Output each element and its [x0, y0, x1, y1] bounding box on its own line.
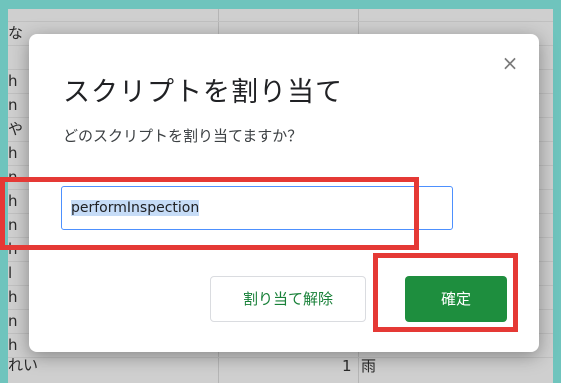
sheet-cell-text: n [8, 312, 18, 330]
sheet-cell-text: 雨 [361, 357, 377, 375]
sheet-cell-text: h [8, 240, 18, 258]
sheet-cell-text: n [8, 216, 18, 234]
sheet-cell-text: n [8, 168, 18, 186]
sheet-cell-text: な [8, 24, 24, 42]
script-name-value: performInspection [71, 200, 200, 216]
sheet-cell-text: れい [8, 356, 39, 374]
script-name-input[interactable]: performInspection [61, 186, 453, 230]
close-icon[interactable]: × [499, 52, 521, 74]
row-divider [8, 21, 553, 22]
screenshot-stage: な h n や h n h n h l h n h れい 1 雨 スクリプトを割… [0, 0, 561, 383]
sheet-cell-text: h [8, 336, 18, 354]
row-divider [8, 357, 553, 358]
sheet-cell-text: h [8, 288, 18, 306]
sheet-cell-text: h [8, 192, 18, 210]
sheet-cell-text: l [8, 264, 13, 282]
dialog-prompt: どのスクリプトを割り当てますか？ [63, 127, 303, 145]
sheet-cell-text: や [8, 120, 24, 138]
sheet-cell-text: h [8, 144, 18, 162]
unassign-button[interactable]: 割り当て解除 [210, 276, 366, 322]
dialog-title: スクリプトを割り当て [63, 77, 343, 108]
sheet-cell-text: h [8, 72, 18, 90]
ok-button[interactable]: 確定 [405, 276, 507, 322]
assign-script-dialog: スクリプトを割り当て × どのスクリプトを割り当てますか？ performIns… [29, 34, 539, 352]
sheet-cell-number: 1 [342, 357, 352, 375]
sheet-cell-text: n [8, 96, 18, 114]
